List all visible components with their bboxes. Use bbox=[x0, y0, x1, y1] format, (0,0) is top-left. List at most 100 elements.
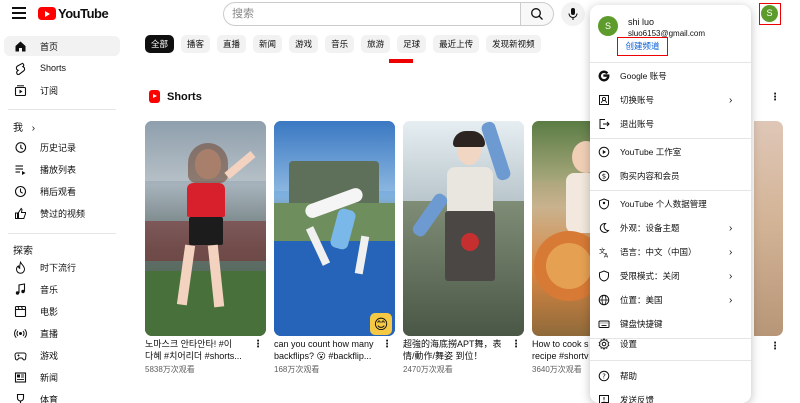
menu-item-purchases[interactable]: $ 购买内容和会员 bbox=[590, 166, 751, 186]
sidebar-item-label: 历史记录 bbox=[40, 142, 77, 153]
more-options-icon[interactable]: ⋮ bbox=[511, 340, 521, 350]
menu-item-restricted-mode[interactable]: 受限模式：关闭 › bbox=[590, 266, 751, 286]
sidebar-item-label: 赞过的视频 bbox=[40, 208, 86, 219]
feedback-icon bbox=[597, 393, 611, 403]
menu-item-label: 帮助 bbox=[620, 371, 638, 381]
music-icon bbox=[13, 282, 27, 296]
menu-item-keyboard-shortcuts[interactable]: 键盘快捷键 bbox=[590, 314, 751, 334]
studio-icon bbox=[597, 145, 611, 159]
voice-search-button[interactable] bbox=[561, 2, 585, 26]
short-thumbnail[interactable]: 😊 bbox=[274, 121, 395, 336]
menu-item-youtube-studio[interactable]: YouTube 工作室 bbox=[590, 142, 751, 162]
chip-podcasts[interactable]: 播客 bbox=[181, 35, 211, 53]
youtube-logo[interactable]: YouTube bbox=[38, 6, 109, 21]
short-thumbnail[interactable] bbox=[145, 121, 266, 336]
menu-item-your-data[interactable]: YouTube 个人数据管理 bbox=[590, 194, 751, 214]
sidebar-item-movies[interactable]: 电影 bbox=[4, 301, 120, 321]
menu-item-help[interactable]: ? 帮助 bbox=[590, 366, 751, 386]
chip-news[interactable]: 新闻 bbox=[253, 35, 283, 53]
chip-travel[interactable]: 旅游 bbox=[361, 35, 391, 53]
sidebar-divider bbox=[8, 233, 116, 234]
search-icon bbox=[531, 8, 543, 20]
short-views: 2470万次观看 bbox=[403, 365, 453, 374]
short-card[interactable]: 노마스크 안타안타! #이 다혜 #치어리더 #shorts... 5838万次… bbox=[145, 121, 266, 374]
history-icon bbox=[13, 140, 27, 154]
sidebar-item-label: 首页 bbox=[40, 41, 59, 52]
sidebar-item-home[interactable]: 首页 bbox=[4, 36, 120, 56]
sidebar-item-playlists[interactable]: 播放列表 bbox=[4, 159, 120, 179]
sidebar-item-news[interactable]: 新闻 bbox=[4, 367, 120, 387]
avatar: S bbox=[598, 16, 618, 36]
chevron-right-icon: › bbox=[729, 222, 733, 234]
menu-item-location[interactable]: 位置：美国 › bbox=[590, 290, 751, 310]
sidebar-item-trending[interactable]: 时下流行 bbox=[4, 257, 120, 277]
appearance-icon bbox=[597, 221, 611, 235]
sidebar-item-liked-videos[interactable]: 赞过的视频 bbox=[4, 203, 120, 223]
menu-item-send-feedback[interactable]: 发送反馈 bbox=[590, 390, 751, 403]
chip-gaming[interactable]: 游戏 bbox=[289, 35, 319, 53]
short-thumbnail[interactable] bbox=[403, 121, 524, 336]
chip-music[interactable]: 音乐 bbox=[325, 35, 355, 53]
shorts-icon bbox=[13, 61, 27, 75]
menu-divider bbox=[590, 360, 751, 361]
sidebar-item-label: 新闻 bbox=[40, 372, 59, 383]
short-title-line: 超強的海底撈APT舞，表 bbox=[403, 339, 502, 349]
menu-item-label: 位置：美国 bbox=[620, 295, 663, 305]
short-title[interactable]: 超強的海底撈APT舞，表 情/動作/舞姿 到位！ bbox=[403, 338, 515, 362]
short-title-line: can you count how many bbox=[274, 339, 374, 349]
menu-item-appearance[interactable]: 外观：设备主题 › bbox=[590, 218, 751, 238]
short-card[interactable]: 超強的海底撈APT舞，表 情/動作/舞姿 到位！ 2470万次观看 ⋮ bbox=[403, 121, 524, 374]
menu-item-label: 购买内容和会员 bbox=[620, 171, 680, 181]
more-options-icon[interactable]: ⋮ bbox=[770, 341, 780, 352]
short-thumbnail[interactable] bbox=[754, 121, 783, 336]
chip-soccer[interactable]: 足球 bbox=[397, 35, 427, 53]
short-title[interactable]: 노마스크 안타안타! #이 다혜 #치어리더 #shorts... bbox=[145, 338, 257, 362]
menu-item-settings[interactable]: 设置 bbox=[590, 334, 751, 354]
create-channel-link[interactable]: 创建频道 bbox=[617, 37, 668, 56]
filter-chips: 全部 播客 直播 新闻 游戏 音乐 旅游 足球 最近上传 发现新视频 bbox=[145, 35, 548, 55]
search-button[interactable] bbox=[520, 2, 554, 26]
menu-item-sign-out[interactable]: 退出账号 bbox=[590, 114, 751, 134]
sidebar-section-you[interactable]: 我 › bbox=[13, 119, 35, 134]
chip-all[interactable]: 全部 bbox=[145, 35, 175, 53]
news-icon bbox=[13, 370, 27, 384]
account-avatar-button[interactable]: S bbox=[759, 3, 781, 25]
sidebar-item-music[interactable]: 音乐 bbox=[4, 279, 120, 299]
more-options-icon[interactable]: ⋮ bbox=[770, 92, 780, 103]
chip-live[interactable]: 直播 bbox=[217, 35, 247, 53]
menu-item-language[interactable]: 文A 语言：中文（中国） › bbox=[590, 242, 751, 262]
chip-new-to-you[interactable]: 发现新视频 bbox=[486, 35, 541, 53]
more-options-icon[interactable]: ⋮ bbox=[382, 340, 392, 350]
menu-divider bbox=[590, 190, 751, 191]
sidebar-item-sports[interactable]: 体育 bbox=[4, 389, 120, 403]
sidebar-item-watch-later[interactable]: 稍后观看 bbox=[4, 181, 120, 201]
settings-icon bbox=[597, 337, 611, 351]
your-data-icon bbox=[597, 197, 611, 211]
sidebar-item-history[interactable]: 历史记录 bbox=[4, 137, 120, 157]
short-title-line: backflips? 😮 #backflip... bbox=[274, 351, 372, 361]
search-box bbox=[223, 2, 520, 26]
thumbs-up-icon bbox=[13, 206, 27, 220]
search-input[interactable] bbox=[232, 4, 482, 24]
menu-item-label: 键盘快捷键 bbox=[620, 319, 663, 329]
menu-item-label: 受限模式：关闭 bbox=[620, 271, 680, 281]
sidebar-item-shorts[interactable]: Shorts bbox=[4, 58, 120, 78]
sidebar-item-live[interactable]: 直播 bbox=[4, 323, 120, 343]
menu-icon[interactable] bbox=[12, 7, 26, 19]
svg-text:A: A bbox=[604, 253, 609, 259]
menu-item-label: 退出账号 bbox=[620, 119, 655, 129]
microphone-icon bbox=[568, 8, 578, 20]
movies-icon bbox=[13, 304, 27, 318]
switch-account-icon bbox=[597, 93, 611, 107]
short-title[interactable]: can you count how many backflips? 😮 #bac… bbox=[274, 338, 386, 362]
menu-item-switch-account[interactable]: 切换账号 › bbox=[590, 90, 751, 110]
sidebar-item-subscriptions[interactable]: 订阅 bbox=[4, 80, 120, 100]
chip-recently-uploaded[interactable]: 最近上传 bbox=[433, 35, 480, 53]
short-card[interactable]: 😊 can you count how many backflips? 😮 #b… bbox=[274, 121, 395, 374]
more-options-icon[interactable]: ⋮ bbox=[253, 340, 263, 350]
ad-thumbnail-edge bbox=[389, 59, 413, 63]
sidebar-item-gaming[interactable]: 游戏 bbox=[4, 345, 120, 365]
short-views: 168万次观看 bbox=[274, 365, 320, 374]
avatar: S bbox=[761, 5, 778, 22]
menu-item-google-account[interactable]: Google 账号 bbox=[590, 66, 751, 86]
